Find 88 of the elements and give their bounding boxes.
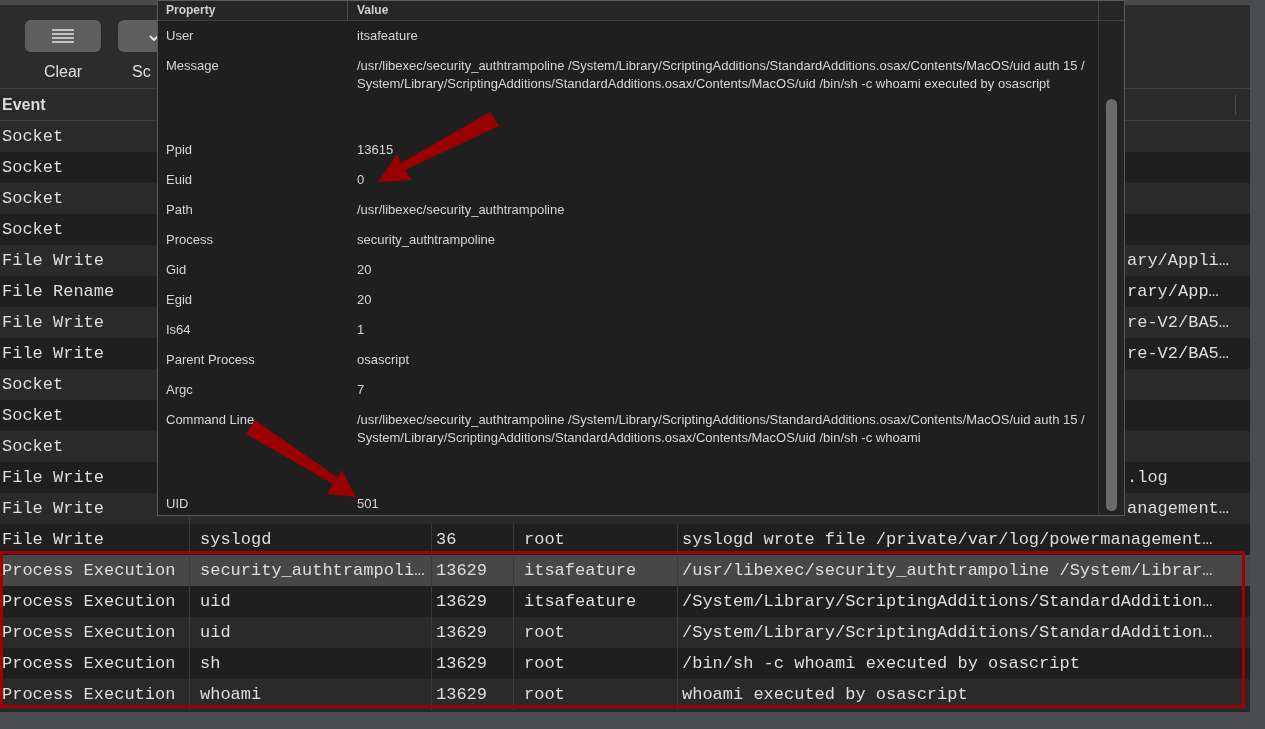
table-cell-text: ary/Appli… [1127,249,1230,272]
table-cell-text: Process Execution [2,559,176,582]
table-cell-text: 36 [436,528,457,551]
property-value: 13615 [357,141,395,159]
table-cell-text: uid [200,621,231,644]
table-cell-text: File Write [2,528,105,551]
property-label: Gid [166,262,187,277]
table-cell-text: File Write [2,497,105,520]
table-cell-text: root [524,528,565,551]
table-row[interactable]: Process Execution uid 13629 itsafeature /System/Library/ScriptingAdditions/StandardAddition… [0,586,1250,617]
property-label: Is64 [166,322,191,337]
table-cell-text: whoami executed by osascript [682,683,968,706]
property-value: itsafeature [357,27,419,45]
table-row[interactable]: Process Execution security_authtrampoli… 13629 itsafeature /usr/libexec/security_authtrampoline /System/Librar… [0,555,1250,586]
property-label: Parent Process [166,352,255,367]
table-cell-text: Process Execution [2,590,176,613]
table-cell-text: 13629 [436,652,487,675]
list-icon [52,29,74,43]
property-value: 0 [357,171,366,189]
table-cell-text: re-V2/BA5… [1127,342,1230,365]
property-value: /usr/libexec/security_authtrampoline /System/Library/ScriptingAdditions/StandardAdditions.osax/Contents/MacOS/uid auth 15 /System/Library/ScriptingAdditions/StandardAdditions.osax/Contents/MacOS/uid /bin/sh -c whoami executed by osascript [357,57,1086,93]
table-cell-text: Process Execution [2,652,176,675]
property-value: security_authtrampoline [357,231,497,249]
table-cell-text: File Write [2,311,105,334]
table-row[interactable]: Process Execution sh 13629 root /bin/sh -c whoami executed by osascript [0,648,1250,679]
table-cell-text: whoami [200,683,262,706]
table-cell-text: Socket [2,435,64,458]
table-cell-text: Socket [2,187,64,210]
table-cell-text: re-V2/BA5… [1127,311,1230,334]
table-cell-text: Socket [2,404,64,427]
table-cell-text: syslogd [200,528,272,551]
table-cell-text: rary/App… [1127,280,1219,303]
table-cell-text: root [524,683,565,706]
scrollbar-thumb[interactable] [1106,99,1117,511]
table-cell-text: File Write [2,342,105,365]
button-label: Clear [43,62,83,82]
table-cell-text: Process Execution [2,683,176,706]
table-cell-text: uid [200,590,231,613]
table-cell-text: security_authtrampoli… [200,559,425,582]
table-cell-text: 13629 [436,559,487,582]
property-label: Message [166,58,219,73]
table-cell-text: itsafeature [524,590,637,613]
property-label: Command Line [166,412,255,427]
property-label: Path [166,202,193,217]
property-label: Euid [166,172,193,187]
property-label: Process [166,232,213,247]
table-cell-text: itsafeature [524,559,637,582]
column-header[interactable]: Property [166,3,216,18]
table-cell-text: File Rename [2,280,115,303]
property-value: /usr/libexec/security_authtrampoline [357,201,566,219]
table-cell-text: File Write [2,466,105,489]
table-cell-text: Socket [2,156,64,179]
property-value: 501 [357,495,380,513]
property-value: 1 [357,321,366,339]
property-value: osascript [357,351,411,369]
table-cell-text: anagement… [1127,497,1230,520]
table-cell-text: 13629 [436,683,487,706]
property-label: User [166,28,194,43]
table-cell-text: syslogd wrote file /private/var/log/powermanagement… [682,528,1213,551]
table-row[interactable]: File Write syslogd 36 root syslogd wrote file /private/var/log/powermanagement… [0,524,1250,555]
property-value: 20 [357,261,373,279]
table-row[interactable]: Process Execution uid 13629 root /System/Library/ScriptingAdditions/StandardAddition… [0,617,1250,648]
table-cell-text: /bin/sh -c whoami executed by osascript [682,652,1080,675]
property-value: 20 [357,291,373,309]
table-cell-text: /usr/libexec/security_authtrampoline /System/Librar… [682,559,1213,582]
button-label: Sc [132,62,151,82]
table-cell-text: sh [200,652,221,675]
table-cell-text: Socket [2,373,64,396]
property-label: UID [166,496,189,511]
table-cell-text: root [524,621,565,644]
toolbar-button[interactable] [25,20,101,52]
column-header[interactable]: Value [357,3,389,18]
property-label: Egid [166,292,193,307]
property-label: Argc [166,382,193,397]
table-cell-text: Socket [2,125,64,148]
table-cell-text: Process Execution [2,621,176,644]
property-value: 7 [357,381,366,399]
table-cell-text: /System/Library/ScriptingAdditions/StandardAddition… [682,590,1213,613]
table-cell-text: 13629 [436,590,487,613]
table-cell-text: Socket [2,218,64,241]
property-label: Ppid [166,142,193,157]
table-cell-text: root [524,652,565,675]
table-cell-text: 13629 [436,621,487,644]
table-cell-text: File Write [2,249,105,272]
table-cell-text: /System/Library/ScriptingAdditions/StandardAddition… [682,621,1213,644]
property-value: /usr/libexec/security_authtrampoline /System/Library/ScriptingAdditions/StandardAdditions.osax/Contents/MacOS/uid auth 15 /System/Library/ScriptingAdditions/StandardAdditions.osax/Contents/MacOS/uid /bin/sh -c whoami [357,411,1086,447]
column-header[interactable]: Event [0,92,46,117]
table-cell-text: .log [1127,466,1168,489]
